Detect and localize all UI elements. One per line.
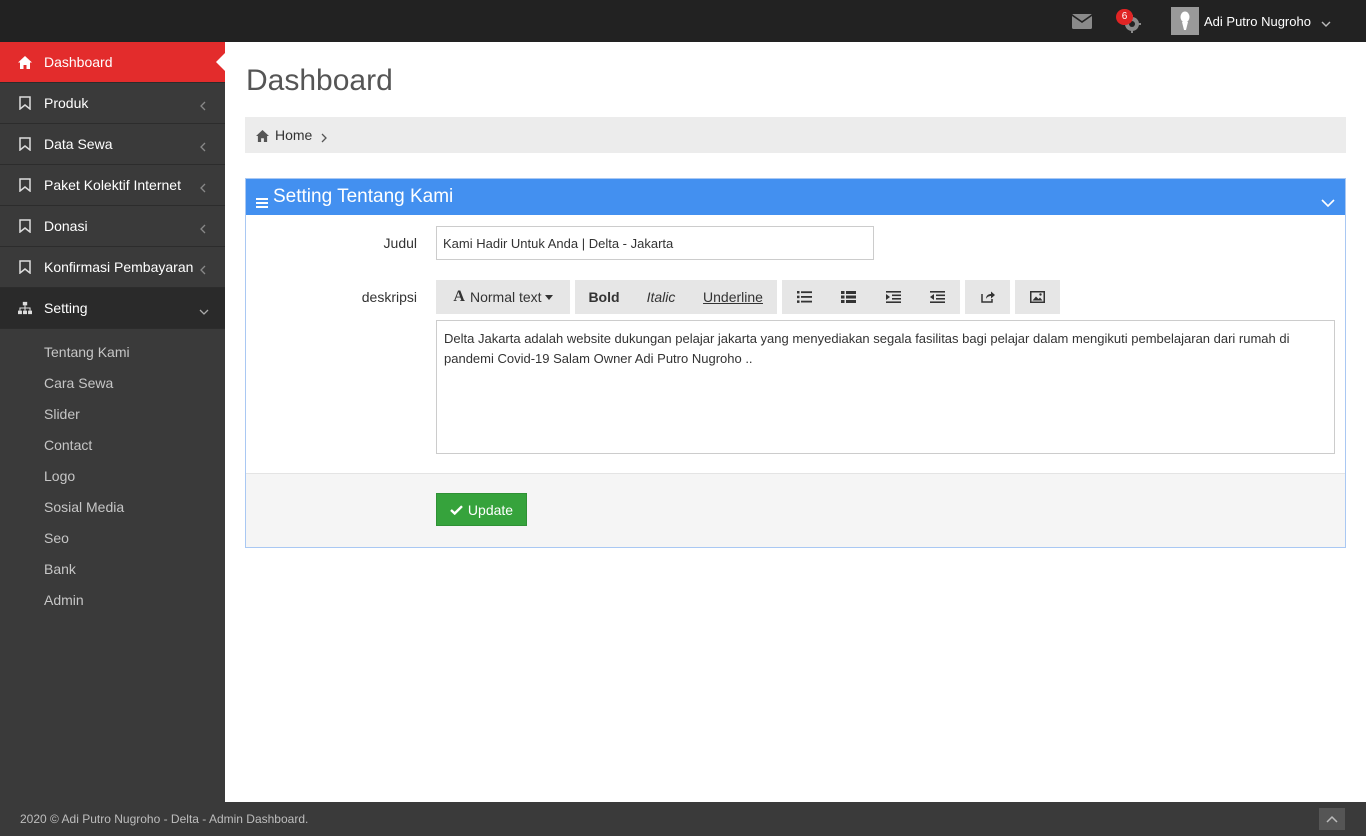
- footer: 2020 © Adi Putro Nugroho - Delta - Admin…: [0, 802, 1366, 836]
- chevron-down-icon[interactable]: [1321, 192, 1335, 208]
- chevron-left-icon: [199, 180, 207, 193]
- envelope-icon[interactable]: [1071, 14, 1093, 29]
- bookmark-icon: [18, 260, 32, 274]
- sidebar-item-setting[interactable]: Setting: [0, 288, 225, 329]
- image-icon: [1030, 291, 1045, 303]
- indent-icon: [885, 291, 901, 303]
- sidebar-item-label: Produk: [44, 95, 89, 111]
- outdent-button[interactable]: [916, 280, 961, 314]
- scroll-to-top-button[interactable]: [1319, 808, 1345, 830]
- ordered-list-button[interactable]: [827, 280, 872, 314]
- sidebar-item-konfirmasi-pembayaran[interactable]: Konfirmasi Pembayaran: [0, 247, 225, 288]
- editor-toolbar: A Normal text Bold Italic Underline: [436, 280, 1065, 314]
- submenu-item-sosial-media[interactable]: Sosial Media: [0, 492, 225, 523]
- toolbar-group-lists: [782, 280, 960, 314]
- sidebar-item-produk[interactable]: Produk: [0, 83, 225, 124]
- chevron-left-icon: [199, 98, 207, 111]
- font-icon: A: [453, 288, 465, 305]
- sitemap-icon: [18, 301, 32, 315]
- font-style-dropdown[interactable]: A Normal text: [436, 280, 570, 314]
- notification-badge: 6: [1116, 9, 1133, 25]
- avatar: [1171, 7, 1199, 35]
- deskripsi-label: deskripsi: [361, 289, 417, 305]
- toolbar-group-format: A Normal text: [436, 280, 570, 314]
- toolbar-group-image: [1015, 280, 1060, 314]
- list-ul-icon: [796, 291, 812, 303]
- breadcrumb: Home: [245, 117, 1346, 153]
- setting-panel: Setting Tentang Kami Judul deskripsi A N…: [245, 178, 1346, 548]
- submenu-item-seo[interactable]: Seo: [0, 523, 225, 554]
- judul-input[interactable]: [436, 226, 874, 260]
- setting-submenu: Tentang Kami Cara Sewa Slider Contact Lo…: [0, 329, 225, 616]
- chevron-down-icon: [199, 303, 209, 315]
- submenu-item-cara-sewa[interactable]: Cara Sewa: [0, 368, 225, 399]
- update-button[interactable]: Update: [436, 493, 527, 526]
- sidebar-item-dashboard[interactable]: Dashboard: [0, 42, 226, 83]
- insert-link-button[interactable]: [965, 280, 1010, 314]
- toolbar-group-emphasis: Bold Italic Underline: [575, 280, 777, 314]
- update-button-label: Update: [467, 501, 514, 518]
- bars-icon: [256, 192, 268, 208]
- chevron-up-icon: [1326, 815, 1338, 823]
- user-name: Adi Putro Nugroho: [1204, 13, 1311, 29]
- main-content: Dashboard Home Setting Tentang Kami Judu…: [225, 42, 1366, 802]
- check-icon: [450, 504, 463, 515]
- sidebar-item-label: Donasi: [44, 218, 88, 234]
- panel-body: Judul deskripsi A Normal text Bold Itali…: [246, 215, 1345, 473]
- sidebar-item-paket-kolektif-internet[interactable]: Paket Kolektif Internet: [0, 165, 225, 206]
- chevron-down-icon: [1321, 16, 1331, 27]
- chevron-right-icon: [321, 130, 328, 143]
- user-menu[interactable]: Adi Putro Nugroho: [1171, 6, 1331, 36]
- panel-footer: Update: [246, 473, 1345, 547]
- list-ol-icon: [841, 291, 857, 303]
- unordered-list-button[interactable]: [782, 280, 827, 314]
- underline-button[interactable]: Underline: [689, 280, 777, 314]
- sidebar-item-donasi[interactable]: Donasi: [0, 206, 225, 247]
- submenu-item-bank[interactable]: Bank: [0, 554, 225, 585]
- panel-header: Setting Tentang Kami: [246, 179, 1345, 215]
- submenu-item-contact[interactable]: Contact: [0, 430, 225, 461]
- bold-button[interactable]: Bold: [575, 280, 633, 314]
- chevron-left-icon: [199, 221, 207, 234]
- bookmark-icon: [18, 219, 32, 233]
- bookmark-icon: [18, 96, 32, 110]
- insert-image-button[interactable]: [1015, 280, 1060, 314]
- italic-button[interactable]: Italic: [633, 280, 689, 314]
- indent-button[interactable]: [871, 280, 916, 314]
- bookmark-icon: [18, 137, 32, 151]
- font-style-label: Normal text: [469, 289, 542, 305]
- chevron-left-icon: [199, 262, 207, 275]
- toolbar-group-link: [965, 280, 1010, 314]
- sidebar-item-label: Paket Kolektif Internet: [44, 177, 181, 193]
- sidebar-item-label: Dashboard: [44, 54, 113, 70]
- sidebar: Dashboard Produk Data Sewa Paket Kolekti…: [0, 42, 226, 802]
- sidebar-item-label: Setting: [44, 300, 88, 316]
- home-icon: [18, 55, 32, 69]
- share-icon: [980, 291, 995, 303]
- judul-label: Judul: [383, 235, 417, 251]
- breadcrumb-home-link[interactable]: Home: [275, 127, 312, 143]
- submenu-item-admin[interactable]: Admin: [0, 585, 225, 616]
- caret-down-icon: [544, 294, 553, 300]
- sidebar-item-label: Konfirmasi Pembayaran: [44, 259, 194, 275]
- sidebar-item-label: Data Sewa: [44, 136, 113, 152]
- panel-title: Setting Tentang Kami: [273, 186, 454, 207]
- chevron-left-icon: [199, 139, 207, 152]
- deskripsi-editor[interactable]: Delta Jakarta adalah website dukungan pe…: [436, 320, 1335, 454]
- sidebar-item-data-sewa[interactable]: Data Sewa: [0, 124, 225, 165]
- bookmark-icon: [18, 178, 32, 192]
- page-title: Dashboard: [246, 64, 393, 97]
- outdent-icon: [930, 291, 946, 303]
- submenu-item-tentang-kami[interactable]: Tentang Kami: [0, 337, 225, 368]
- submenu-item-logo[interactable]: Logo: [0, 461, 225, 492]
- home-icon: [256, 129, 269, 142]
- submenu-item-slider[interactable]: Slider: [0, 399, 225, 430]
- footer-copyright: 2020 © Adi Putro Nugroho - Delta - Admin…: [20, 812, 309, 826]
- top-navbar: 6 Adi Putro Nugroho: [0, 0, 1366, 42]
